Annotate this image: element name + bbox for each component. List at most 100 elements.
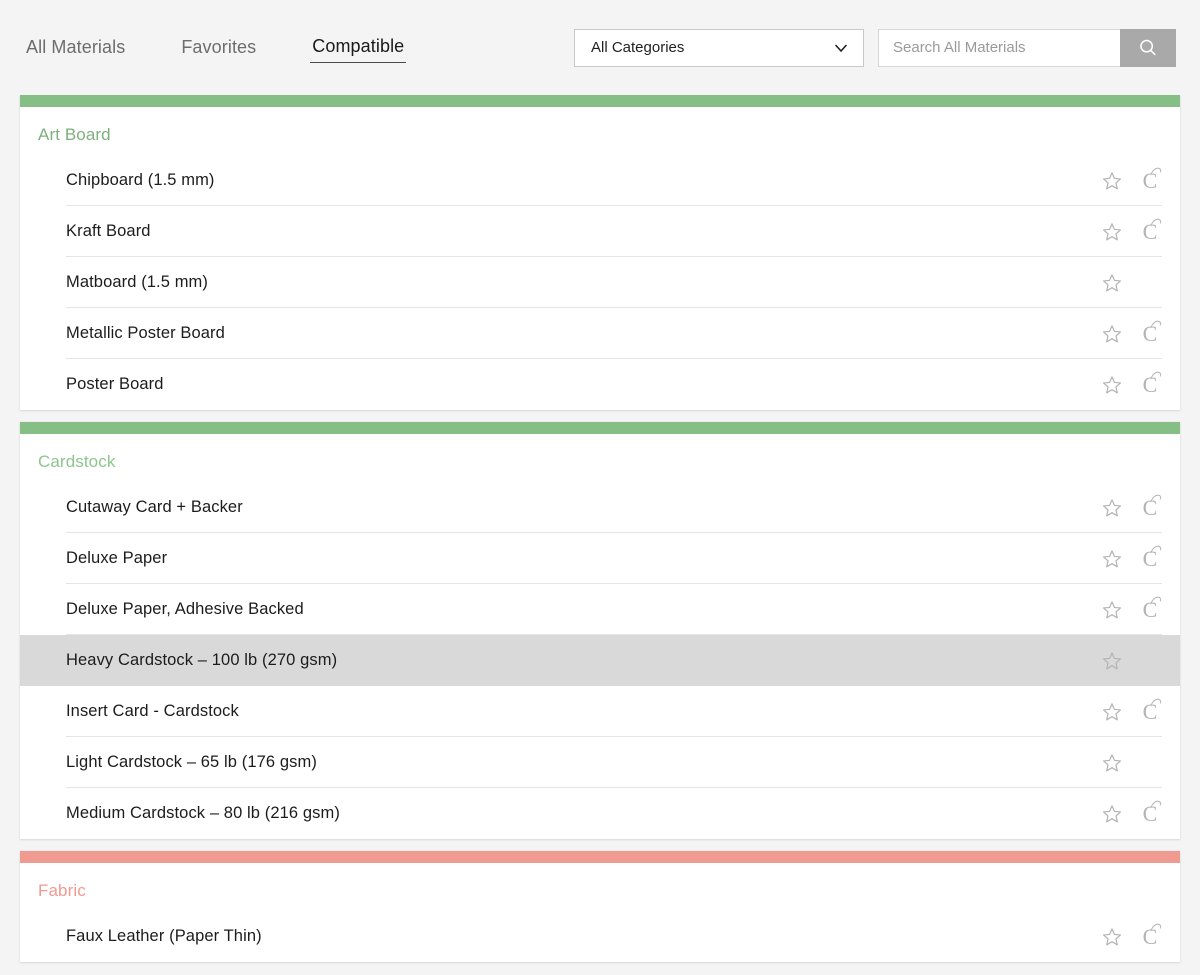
cricut-badge-button[interactable]: C bbox=[1138, 218, 1162, 244]
star-outline-icon bbox=[1102, 702, 1122, 720]
material-name: Poster Board bbox=[66, 375, 164, 393]
cricut-swirl-icon bbox=[1150, 494, 1161, 502]
cricut-badge-button[interactable]: C bbox=[1138, 545, 1162, 571]
favorite-button[interactable] bbox=[1100, 220, 1124, 244]
material-name: Heavy Cardstock – 100 lb (270 gsm) bbox=[66, 651, 338, 669]
row-actions bbox=[1084, 751, 1162, 775]
cricut-badge-button[interactable]: C bbox=[1138, 698, 1162, 724]
search-input[interactable] bbox=[878, 28, 1120, 67]
row-actions: C bbox=[1084, 545, 1162, 571]
favorite-button[interactable] bbox=[1100, 169, 1124, 193]
star-outline-icon bbox=[1102, 375, 1122, 393]
material-name: Light Cardstock – 65 lb (176 gsm) bbox=[66, 753, 317, 771]
cricut-badge-button[interactable]: C bbox=[1138, 923, 1162, 949]
cricut-badge-button[interactable]: C bbox=[1138, 800, 1162, 826]
tab-all-materials[interactable]: All Materials bbox=[24, 33, 127, 62]
star-outline-icon bbox=[1102, 324, 1122, 342]
favorite-button[interactable] bbox=[1100, 751, 1124, 775]
favorite-button[interactable] bbox=[1100, 649, 1124, 673]
tab-favorites[interactable]: Favorites bbox=[179, 33, 258, 62]
star-outline-icon bbox=[1102, 651, 1122, 669]
category-title: Fabric bbox=[38, 881, 86, 900]
cricut-c-icon: C bbox=[1143, 320, 1161, 345]
cricut-swirl-icon bbox=[1150, 545, 1161, 553]
cricut-badge-button[interactable]: C bbox=[1138, 596, 1162, 622]
star-outline-icon bbox=[1102, 273, 1122, 291]
material-name: Medium Cardstock – 80 lb (216 gsm) bbox=[66, 804, 340, 822]
material-row[interactable]: Kraft Board C bbox=[20, 206, 1180, 257]
favorite-button[interactable] bbox=[1100, 925, 1124, 949]
row-actions bbox=[1084, 271, 1162, 295]
category-card: Art Board Chipboard (1.5 mm) C Kraft Board C… bbox=[20, 95, 1180, 410]
row-actions: C bbox=[1084, 698, 1162, 724]
material-name: Cutaway Card + Backer bbox=[66, 498, 243, 516]
material-row[interactable]: Matboard (1.5 mm) bbox=[20, 257, 1180, 308]
row-actions bbox=[1084, 649, 1162, 673]
category-color-bar bbox=[20, 95, 1180, 107]
favorite-button[interactable] bbox=[1100, 700, 1124, 724]
star-outline-icon bbox=[1102, 753, 1122, 771]
material-name: Metallic Poster Board bbox=[66, 324, 225, 342]
material-name: Deluxe Paper, Adhesive Backed bbox=[66, 600, 304, 618]
search-icon bbox=[1140, 39, 1156, 55]
material-name: Faux Leather (Paper Thin) bbox=[66, 927, 262, 945]
material-row[interactable]: Deluxe Paper C bbox=[20, 533, 1180, 584]
cricut-badge-placeholder bbox=[1138, 751, 1162, 775]
material-rows: Cutaway Card + Backer C Deluxe Paper C Delux… bbox=[20, 482, 1180, 839]
favorite-button[interactable] bbox=[1100, 547, 1124, 571]
material-row[interactable]: Deluxe Paper, Adhesive Backed C bbox=[20, 584, 1180, 635]
material-name: Deluxe Paper bbox=[66, 549, 168, 567]
material-name: Kraft Board bbox=[66, 222, 151, 240]
material-row-selected[interactable]: Heavy Cardstock – 100 lb (270 gsm) bbox=[20, 635, 1180, 686]
cricut-c-icon: C bbox=[1143, 494, 1161, 519]
top-toolbar: All Materials Favorites Compatible All Cat… bbox=[0, 0, 1200, 95]
search-box bbox=[878, 28, 1176, 67]
cricut-c-icon: C bbox=[1143, 698, 1161, 723]
cricut-swirl-icon bbox=[1150, 596, 1161, 604]
favorite-button[interactable] bbox=[1100, 373, 1124, 397]
material-row[interactable]: Chipboard (1.5 mm) C bbox=[20, 155, 1180, 206]
cricut-swirl-icon bbox=[1150, 167, 1161, 175]
row-actions: C bbox=[1084, 596, 1162, 622]
row-actions: C bbox=[1084, 371, 1162, 397]
star-outline-icon bbox=[1102, 804, 1122, 822]
favorite-button[interactable] bbox=[1100, 496, 1124, 520]
cricut-c-icon: C bbox=[1143, 218, 1161, 243]
material-row[interactable]: Cutaway Card + Backer C bbox=[20, 482, 1180, 533]
material-name: Chipboard (1.5 mm) bbox=[66, 171, 215, 189]
cricut-c-icon: C bbox=[1143, 596, 1161, 621]
favorite-button[interactable] bbox=[1100, 271, 1124, 295]
materials-list[interactable]: Art Board Chipboard (1.5 mm) C Kraft Board C… bbox=[0, 95, 1200, 975]
cricut-swirl-icon bbox=[1150, 800, 1161, 808]
material-row[interactable]: Medium Cardstock – 80 lb (216 gsm) C bbox=[20, 788, 1180, 839]
category-color-bar bbox=[20, 422, 1180, 434]
material-row[interactable]: Faux Leather (Paper Thin) C bbox=[20, 911, 1180, 962]
category-filter-select[interactable]: All Categories bbox=[574, 28, 864, 67]
material-row[interactable]: Metallic Poster Board C bbox=[20, 308, 1180, 359]
cricut-badge-button[interactable]: C bbox=[1138, 494, 1162, 520]
cricut-c-icon: C bbox=[1143, 371, 1161, 396]
material-row[interactable]: Insert Card - Cardstock C bbox=[20, 686, 1180, 737]
cricut-badge-button[interactable]: C bbox=[1138, 320, 1162, 346]
star-outline-icon bbox=[1102, 222, 1122, 240]
material-name: Matboard (1.5 mm) bbox=[66, 273, 208, 291]
material-name: Insert Card - Cardstock bbox=[66, 702, 239, 720]
cricut-badge-button[interactable]: C bbox=[1138, 371, 1162, 397]
favorite-button[interactable] bbox=[1100, 598, 1124, 622]
cricut-badge-button[interactable]: C bbox=[1138, 167, 1162, 193]
cricut-swirl-icon bbox=[1150, 923, 1161, 931]
tab-bar: All Materials Favorites Compatible bbox=[24, 32, 458, 63]
cricut-swirl-icon bbox=[1150, 320, 1161, 328]
favorite-button[interactable] bbox=[1100, 802, 1124, 826]
category-filter-value: All Categories bbox=[591, 39, 685, 56]
category-title: Cardstock bbox=[38, 452, 116, 471]
material-row[interactable]: Poster Board C bbox=[20, 359, 1180, 410]
favorite-button[interactable] bbox=[1100, 322, 1124, 346]
category-color-bar bbox=[20, 851, 1180, 863]
search-button[interactable] bbox=[1120, 28, 1176, 67]
material-row[interactable]: Light Cardstock – 65 lb (176 gsm) bbox=[20, 737, 1180, 788]
cricut-c-icon: C bbox=[1143, 800, 1161, 825]
tab-compatible[interactable]: Compatible bbox=[310, 32, 407, 63]
cricut-badge-placeholder bbox=[1138, 271, 1162, 295]
row-actions: C bbox=[1084, 923, 1162, 949]
